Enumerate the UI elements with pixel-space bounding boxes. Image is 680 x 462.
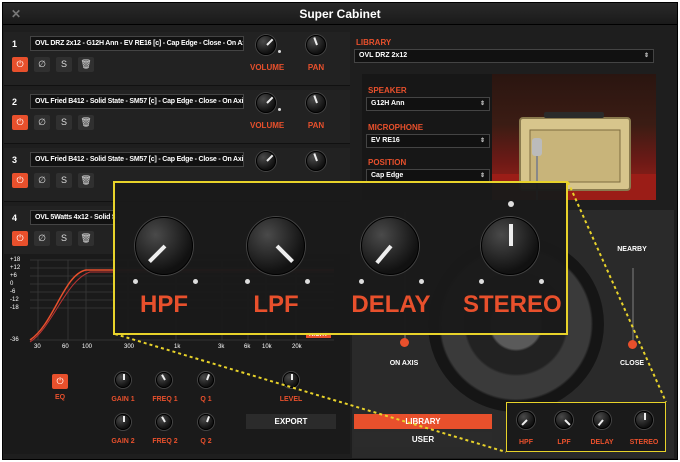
lpf-knob[interactable] (247, 217, 305, 275)
stereo-label: STEREO (463, 291, 562, 318)
lpf-label: LPF (253, 291, 299, 318)
stereo-knob[interactable] (481, 217, 539, 275)
zoom-callout: HPF LPF DELAY STEREO (113, 181, 568, 335)
delay-knob[interactable] (361, 217, 419, 275)
hpf-label: HPF (140, 291, 188, 318)
hpf-knob[interactable] (135, 217, 193, 275)
delay-label: DELAY (351, 291, 431, 318)
